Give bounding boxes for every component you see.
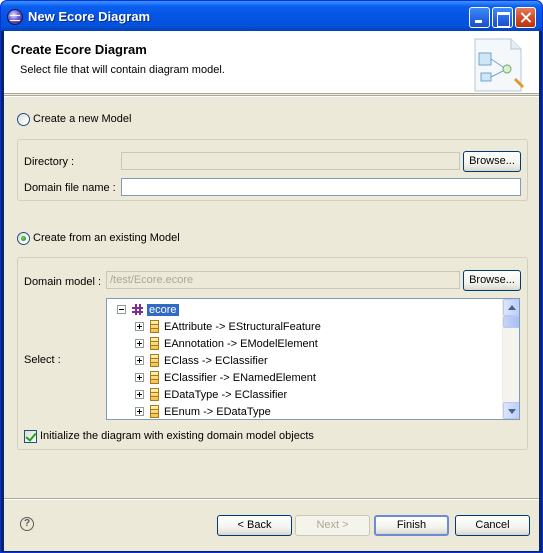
domain-file-name-label: Domain file name : — [24, 182, 116, 194]
scroll-down-button[interactable] — [503, 402, 519, 419]
scroll-thumb[interactable] — [503, 316, 519, 328]
domain-file-name-field[interactable] — [121, 178, 521, 196]
expand-icon[interactable] — [135, 407, 144, 416]
wizard-window: New Ecore Diagram Create Ecore Diagram S… — [0, 0, 543, 553]
expand-icon[interactable] — [135, 339, 144, 348]
help-icon[interactable]: ? — [20, 517, 34, 531]
tree-root-label[interactable]: ecore — [146, 302, 180, 317]
tree-vertical-scrollbar[interactable] — [502, 299, 519, 419]
tree-item-label: EClassifier -> ENamedElement — [164, 371, 316, 384]
window-title: New Ecore Diagram — [28, 9, 151, 24]
cancel-button[interactable]: Cancel — [455, 515, 530, 536]
collapse-icon[interactable] — [117, 305, 126, 314]
eclass-icon — [150, 337, 159, 350]
dialog-client-area: Create Ecore Diagram Select file that wi… — [4, 31, 539, 551]
tree-item[interactable]: EAttribute -> EStructuralFeature — [135, 318, 321, 335]
eclass-icon — [150, 320, 159, 333]
domain-model-browse-button[interactable]: Browse... — [463, 270, 521, 291]
expand-icon[interactable] — [135, 322, 144, 331]
page-title: Create Ecore Diagram — [11, 42, 147, 57]
scroll-up-button[interactable] — [503, 299, 519, 316]
tree-item-label: EEnum -> EDataType — [164, 405, 271, 418]
maximize-button[interactable] — [492, 7, 513, 28]
expand-icon[interactable] — [135, 390, 144, 399]
radio-indicator[interactable] — [17, 112, 30, 126]
diagram-wizard-icon — [474, 38, 525, 92]
directory-label: Directory : — [24, 156, 75, 168]
tree-item[interactable]: EAnnotation -> EModelElement — [135, 335, 318, 352]
tree-root-row[interactable]: ecore — [117, 301, 180, 318]
page-description: Select file that will contain diagram mo… — [20, 64, 225, 76]
select-label: Select : — [24, 354, 61, 366]
radio-indicator-selected[interactable] — [17, 231, 30, 245]
eclass-icon — [150, 388, 159, 401]
directory-field[interactable] — [121, 152, 460, 170]
tree-item-label: EDataType -> EClassifier — [164, 388, 288, 401]
tree-item[interactable]: EClassifier -> ENamedElement — [135, 369, 316, 386]
package-icon — [132, 304, 143, 315]
tree-item[interactable]: EClass -> EClassifier — [135, 352, 268, 369]
minimize-button[interactable] — [469, 7, 490, 28]
eclass-icon — [150, 354, 159, 367]
model-element-tree[interactable]: ecore EAttribute -> EStructuralFeature E… — [106, 298, 520, 420]
tree-item-label: EAnnotation -> EModelElement — [164, 337, 318, 350]
finish-button[interactable]: Finish — [374, 515, 449, 536]
expand-icon[interactable] — [135, 373, 144, 382]
domain-model-label: Domain model : — [24, 276, 102, 288]
eclipse-icon — [7, 9, 23, 25]
expand-icon[interactable] — [135, 356, 144, 365]
title-bar[interactable]: New Ecore Diagram — [1, 1, 542, 31]
initialize-diagram-label: Initialize the diagram with existing dom… — [40, 430, 314, 442]
footer-separator — [4, 498, 539, 500]
create-from-existing-radio[interactable]: Create from an existing Model — [17, 230, 180, 246]
back-button[interactable]: < Back — [217, 515, 292, 536]
new-model-group: Directory : Browse... Domain file name : — [17, 139, 528, 201]
tree-item[interactable]: EDataType -> EClassifier — [135, 386, 287, 403]
directory-browse-button[interactable]: Browse... — [463, 151, 521, 172]
create-new-model-radio[interactable]: Create a new Model — [17, 111, 131, 127]
checkbox-indicator-checked[interactable] — [24, 429, 37, 443]
tree-item-label: EAttribute -> EStructuralFeature — [164, 320, 321, 333]
banner-separator — [4, 95, 539, 97]
domain-model-field[interactable]: /test/Ecore.ecore — [106, 271, 460, 289]
close-button[interactable] — [515, 7, 536, 28]
eclass-icon — [150, 371, 159, 384]
next-button[interactable]: Next > — [295, 515, 370, 536]
initialize-diagram-checkbox[interactable]: Initialize the diagram with existing dom… — [24, 428, 314, 444]
eclass-icon — [150, 405, 159, 418]
wizard-banner: Create Ecore Diagram Select file that wi… — [4, 31, 539, 94]
tree-item-label: EClass -> EClassifier — [164, 354, 268, 367]
tree-item[interactable]: EEnum -> EDataType — [135, 403, 271, 419]
create-new-model-label: Create a new Model — [33, 113, 132, 125]
create-from-existing-label: Create from an existing Model — [33, 232, 180, 244]
